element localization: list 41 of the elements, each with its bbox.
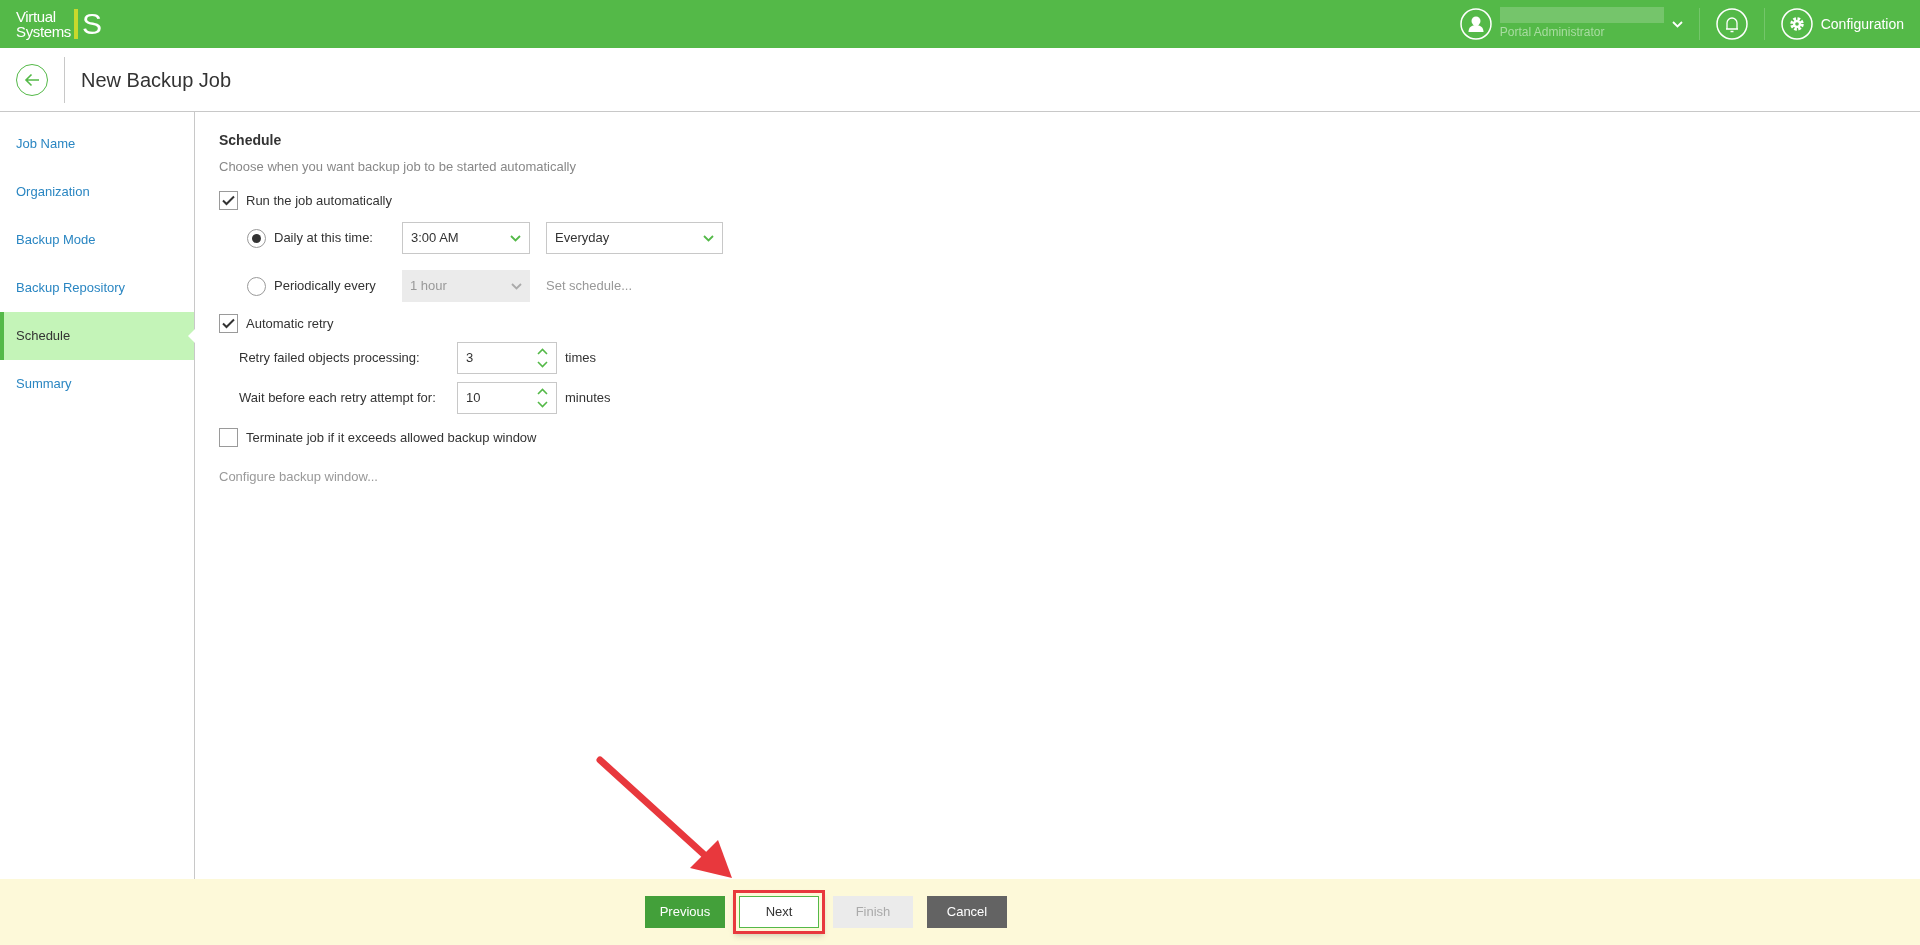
spinner-label: Wait before each retry attempt for: <box>239 388 437 407</box>
bell-icon[interactable] <box>1715 8 1748 40</box>
checkbox-label: Terminate job if it exceeds allowed backup window <box>246 428 537 447</box>
number-spinner[interactable]: 10 <box>457 381 557 414</box>
time-dropdown[interactable]: 3:00 AM <box>402 222 530 254</box>
user-role: Portal Administrator <box>1499 24 1606 41</box>
spinner-unit: minutes <box>565 388 611 407</box>
up-down-arrows-icon <box>537 386 548 409</box>
wizard-step[interactable]: Backup Repository <box>0 264 194 312</box>
wizard-button[interactable]: Cancel <box>927 896 1007 928</box>
chevron-down-icon <box>1671 20 1683 28</box>
wizard-step[interactable]: Summary <box>0 360 194 408</box>
wizard-step[interactable]: Backup Mode <box>0 216 194 264</box>
page-title: New Backup Job <box>81 67 232 93</box>
settings-icon <box>1780 8 1813 40</box>
checkbox-label: Automatic retry <box>246 315 334 333</box>
user-avatar-icon <box>1459 8 1492 40</box>
wizard-button[interactable]: Next <box>739 896 819 928</box>
wizard-step[interactable]: Job Name <box>0 120 194 168</box>
number-spinner[interactable]: 3 <box>457 341 557 374</box>
configuration-link[interactable]: Configuration <box>1780 8 1904 40</box>
chevron-down-icon <box>510 234 521 242</box>
checkbox[interactable] <box>219 190 238 210</box>
section-subtitle: Choose when you want backup job to be started automatically <box>219 158 577 176</box>
chevron-down-icon <box>511 282 522 290</box>
up-down-arrows-icon <box>537 346 548 369</box>
days-dropdown[interactable]: Everyday <box>546 222 723 254</box>
radio-label: Periodically every <box>274 277 377 296</box>
wizard-step[interactable]: Organization <box>0 168 194 216</box>
checkbox[interactable] <box>219 427 238 447</box>
radio-label: Daily at this time: <box>274 229 374 248</box>
wizard-button[interactable]: Previous <box>645 896 725 928</box>
checkbox[interactable] <box>219 314 238 334</box>
spinner-unit: times <box>565 348 597 367</box>
radio-button[interactable] <box>247 228 266 248</box>
spinner-label: Retry failed objects processing: <box>239 348 421 367</box>
arrow-left-icon <box>24 72 40 87</box>
wizard-step[interactable]: Schedule <box>0 312 194 360</box>
checkbox-label: Run the job automatically <box>246 191 392 210</box>
section-title: Schedule <box>219 131 283 150</box>
chevron-down-icon <box>703 234 714 242</box>
